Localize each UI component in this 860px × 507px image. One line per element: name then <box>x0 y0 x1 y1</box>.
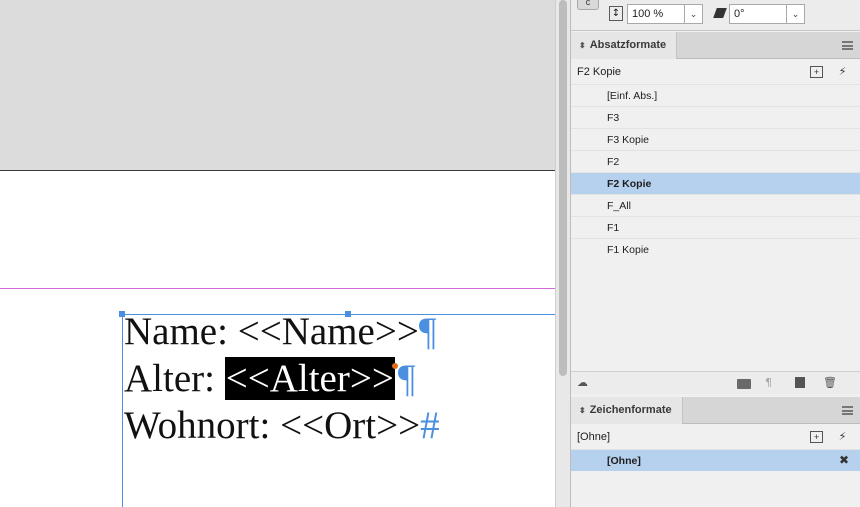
list-item-selected[interactable]: F2 Kopie <box>571 172 860 194</box>
clear-overrides-icon[interactable]: ¶ <box>765 377 772 389</box>
text-frame[interactable]: Name: <<Name>>¶ Alter: <<Alter>> ¶ Wohnor… <box>124 308 554 449</box>
panel-title: Zeichenformate <box>589 404 672 416</box>
text-line-alter[interactable]: Alter: <<Alter>> ¶ <box>124 355 554 402</box>
list-item[interactable]: F2 <box>571 150 860 172</box>
line-prefix: Wohnort: <box>124 404 281 447</box>
margin-guide <box>0 288 555 289</box>
new-style-icon[interactable]: + <box>810 431 823 443</box>
collapse-arrows-icon[interactable]: ⬍ <box>579 41 586 50</box>
placeholder-alter-selected[interactable]: <<Alter>> <box>224 357 395 400</box>
current-paragraph-style: F2 Kopie + ⚡ <box>571 61 860 83</box>
list-item[interactable]: F1 Kopie <box>571 238 860 260</box>
text-line-name[interactable]: Name: <<Name>>¶ <box>124 308 554 355</box>
list-item[interactable]: [Einf. Abs.] <box>571 84 860 106</box>
character-styles-list: [Ohne] ✖ <box>571 449 860 471</box>
text-line-wohnort[interactable]: Wohnort: <<Ort>># <box>124 402 554 449</box>
current-character-style: [Ohne] + ⚡ <box>571 426 860 448</box>
chevron-down-icon[interactable]: ⌄ <box>684 5 702 23</box>
quick-apply-icon[interactable]: ⚡ <box>836 66 849 78</box>
text-frame-left-edge[interactable] <box>122 314 123 507</box>
panels-dock: c ↕ 100 % ⌄ 0° ⌄ ⬍ Absatzformate F2 Kopie… <box>570 0 860 507</box>
placeholder-ort[interactable]: <<Ort>> <box>280 404 420 447</box>
tab-paragraph-styles[interactable]: ⬍ Absatzformate <box>571 32 678 59</box>
vertical-scale-icon: ↕ <box>609 6 623 21</box>
panel-title: Absatzformate <box>589 39 667 51</box>
current-style-label: F2 Kopie <box>577 66 622 78</box>
paragraph-styles-header: ⬍ Absatzformate <box>571 32 860 59</box>
panel-menu-icon[interactable] <box>842 406 853 415</box>
placeholder-name[interactable]: <<Name>> <box>238 310 419 353</box>
list-item-selected[interactable]: [Ohne] ✖ <box>571 449 860 471</box>
quick-apply-icon[interactable]: ⚡ <box>836 431 849 443</box>
control-bar: c ↕ 100 % ⌄ 0° ⌄ <box>571 0 860 31</box>
scrollbar-thumb[interactable] <box>559 0 567 376</box>
pasteboard <box>0 0 555 171</box>
vertical-scale-field[interactable]: 100 % ⌄ <box>627 4 703 24</box>
trash-icon[interactable]: 🗑 <box>823 377 837 389</box>
line-prefix: Name: <box>124 310 238 353</box>
c-button[interactable]: c <box>577 0 599 10</box>
paragraph-styles-list: [Einf. Abs.] F3 F3 Kopie F2 F2 Kopie F_A… <box>571 84 860 260</box>
list-item[interactable]: F3 <box>571 106 860 128</box>
current-style-label: [Ohne] <box>577 431 611 443</box>
end-of-story-icon: # <box>420 404 440 447</box>
list-item[interactable]: F3 Kopie <box>571 128 860 150</box>
new-style-icon[interactable]: + <box>810 66 823 78</box>
cloud-icon[interactable]: ☁ <box>577 377 595 389</box>
tab-character-styles[interactable]: ⬍ Zeichenformate <box>571 397 683 424</box>
skew-icon <box>713 8 727 18</box>
vertical-scale-value: 100 % <box>632 8 664 20</box>
collapse-arrows-icon[interactable]: ⬍ <box>579 406 586 415</box>
list-item[interactable]: F1 <box>571 216 860 238</box>
folder-icon[interactable] <box>737 379 751 389</box>
pilcrow-icon: ¶ <box>397 357 416 400</box>
character-styles-header: ⬍ Zeichenformate <box>571 397 860 424</box>
skew-angle-field[interactable]: 0° ⌄ <box>729 4 805 24</box>
paragraph-styles-footer: ☁ ¶ 🗑 <box>571 371 860 394</box>
skew-angle-value: 0° <box>734 8 745 20</box>
panel-menu-icon[interactable] <box>842 41 853 50</box>
line-prefix: Alter: <box>124 357 225 400</box>
pilcrow-icon: ¶ <box>418 310 437 353</box>
list-item-label: [Ohne] <box>607 455 641 467</box>
list-item[interactable]: F_All <box>571 194 860 216</box>
new-style-icon[interactable] <box>795 377 805 388</box>
clear-icon[interactable]: ✖ <box>839 454 849 466</box>
vertical-scrollbar[interactable] <box>555 0 570 507</box>
chevron-down-icon[interactable]: ⌄ <box>786 5 804 23</box>
